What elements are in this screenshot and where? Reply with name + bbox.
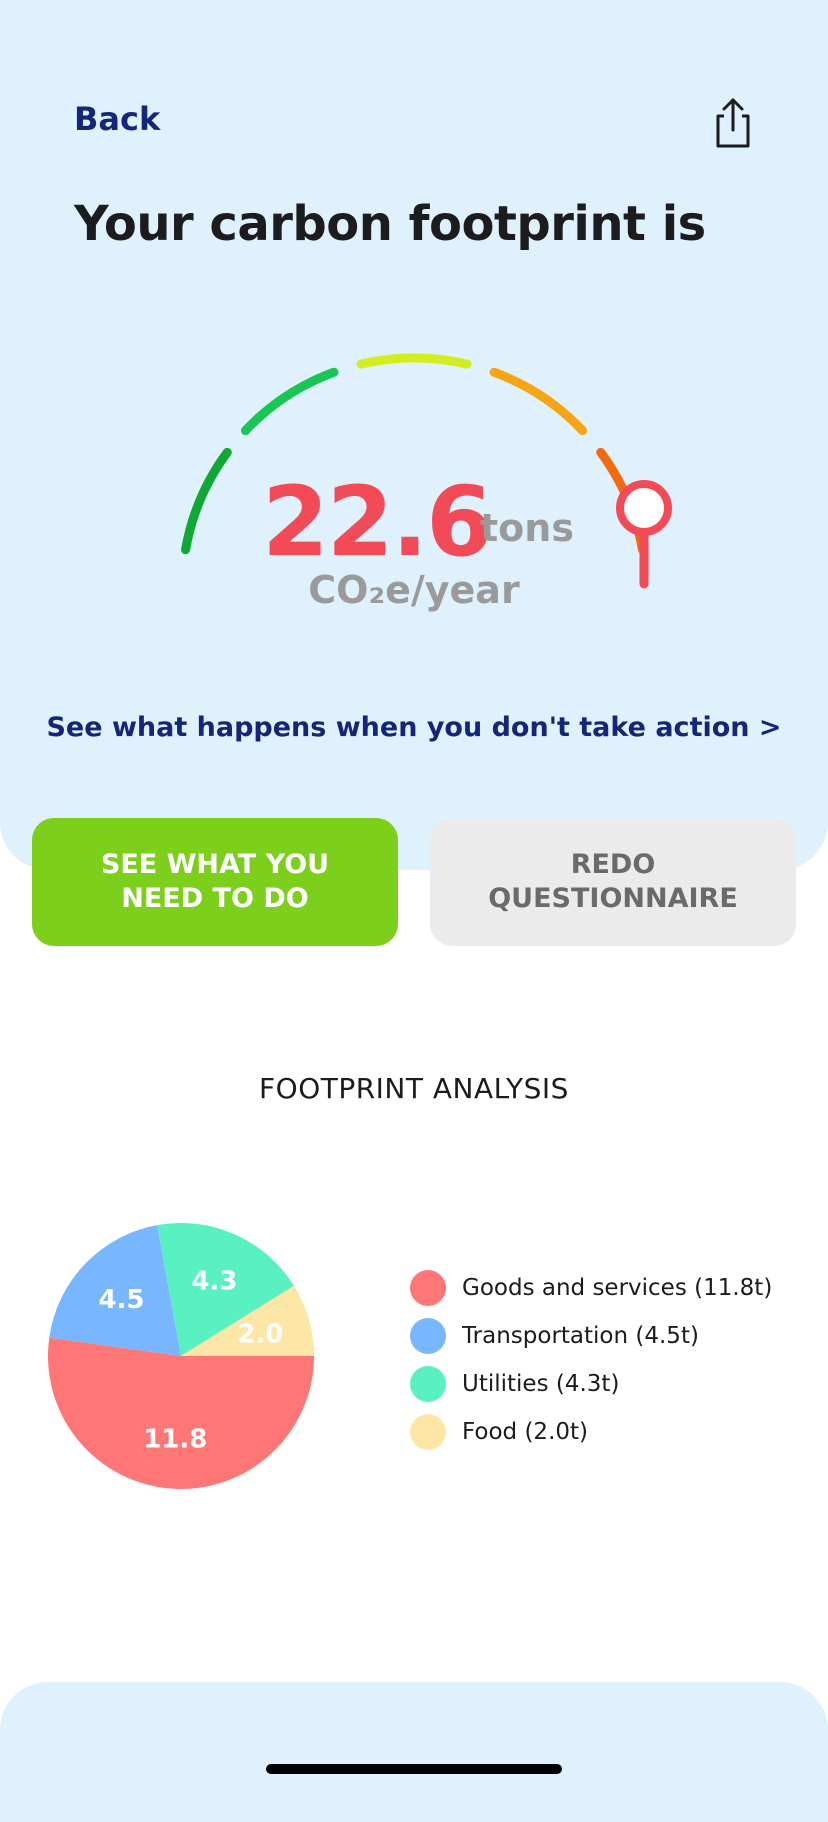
pie-data-label: 4.3 [191, 1267, 237, 1297]
page-title: Your carbon footprint is [74, 196, 706, 252]
bottom-sheet [0, 1682, 828, 1822]
legend-item: Utilities (4.3t) [410, 1360, 820, 1408]
legend-item: Goods and services (11.8t) [410, 1264, 820, 1312]
footprint-value: 22.6 [262, 466, 493, 578]
footprint-unit: tons [480, 506, 574, 550]
share-button[interactable] [704, 94, 760, 150]
result-panel: Back Your carbon footprint is 22.6 tons … [0, 0, 828, 870]
consequences-link[interactable]: See what happens when you don't take act… [0, 712, 828, 743]
pie-legend: Goods and services (11.8t) Transportatio… [410, 1264, 820, 1456]
pie-data-label: 2.0 [237, 1319, 283, 1349]
see-what-to-do-button[interactable]: SEE WHAT YOU NEED TO DO [32, 818, 398, 946]
legend-swatch [410, 1270, 446, 1306]
gauge-segment [489, 367, 588, 436]
pie-data-label: 11.8 [143, 1424, 207, 1454]
footprint-pie-chart: 11.8 4.5 4.32.0 [47, 1223, 315, 1490]
gauge-marker [616, 480, 672, 536]
gauge-segment [181, 447, 232, 555]
redo-questionnaire-button[interactable]: REDO QUESTIONNAIRE [430, 818, 796, 946]
back-button[interactable]: Back [74, 100, 160, 138]
gauge-segment [356, 353, 472, 369]
legend-label: Utilities (4.3t) [462, 1371, 620, 1397]
legend-label: Transportation (4.5t) [462, 1323, 699, 1349]
pie-data-label: 4.5 [98, 1285, 144, 1315]
legend-label: Food (2.0t) [462, 1419, 589, 1445]
legend-swatch [410, 1318, 446, 1354]
gauge-segment [240, 367, 339, 436]
share-icon [716, 98, 750, 148]
legend-swatch [410, 1366, 446, 1402]
home-indicator [266, 1764, 562, 1774]
legend-item: Food (2.0t) [410, 1408, 820, 1456]
legend-swatch [410, 1414, 446, 1450]
pie-slice [47, 1337, 315, 1490]
footprint-analysis-title: FOOTPRINT ANALYSIS [259, 1072, 569, 1105]
footprint-per-label: CO₂e/year [308, 568, 520, 612]
legend-item: Transportation (4.5t) [410, 1312, 820, 1360]
legend-label: Goods and services (11.8t) [462, 1275, 773, 1301]
